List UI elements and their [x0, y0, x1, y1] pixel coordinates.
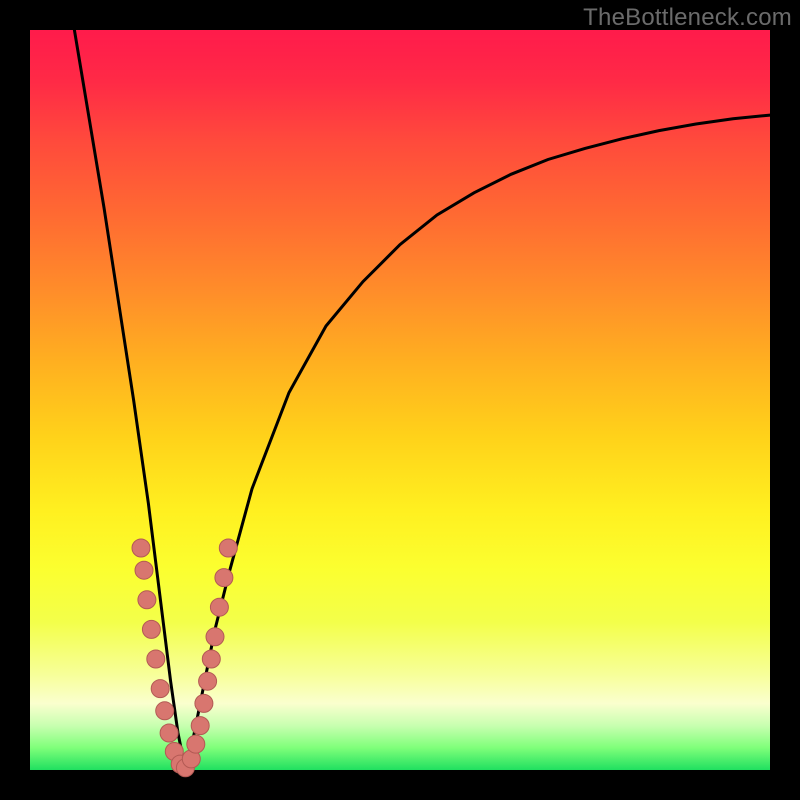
- plot-area: [30, 30, 770, 770]
- watermark-text: TheBottleneck.com: [583, 4, 792, 32]
- frame: TheBottleneck.com: [0, 0, 800, 800]
- marker-dot: [187, 735, 205, 753]
- marker-dot: [132, 539, 150, 557]
- marker-dot: [151, 680, 169, 698]
- curve-layer: [30, 30, 770, 770]
- bottleneck-markers: [132, 539, 237, 777]
- marker-dot: [206, 628, 224, 646]
- marker-dot: [147, 650, 165, 668]
- bottleneck-curve: [74, 30, 770, 770]
- marker-dot: [215, 569, 233, 587]
- marker-dot: [156, 702, 174, 720]
- marker-dot: [142, 620, 160, 638]
- marker-dot: [191, 717, 209, 735]
- marker-dot: [219, 539, 237, 557]
- marker-dot: [202, 650, 220, 668]
- marker-dot: [210, 598, 228, 616]
- marker-dot: [195, 694, 213, 712]
- marker-dot: [135, 561, 153, 579]
- marker-dot: [199, 672, 217, 690]
- marker-dot: [138, 591, 156, 609]
- marker-dot: [160, 724, 178, 742]
